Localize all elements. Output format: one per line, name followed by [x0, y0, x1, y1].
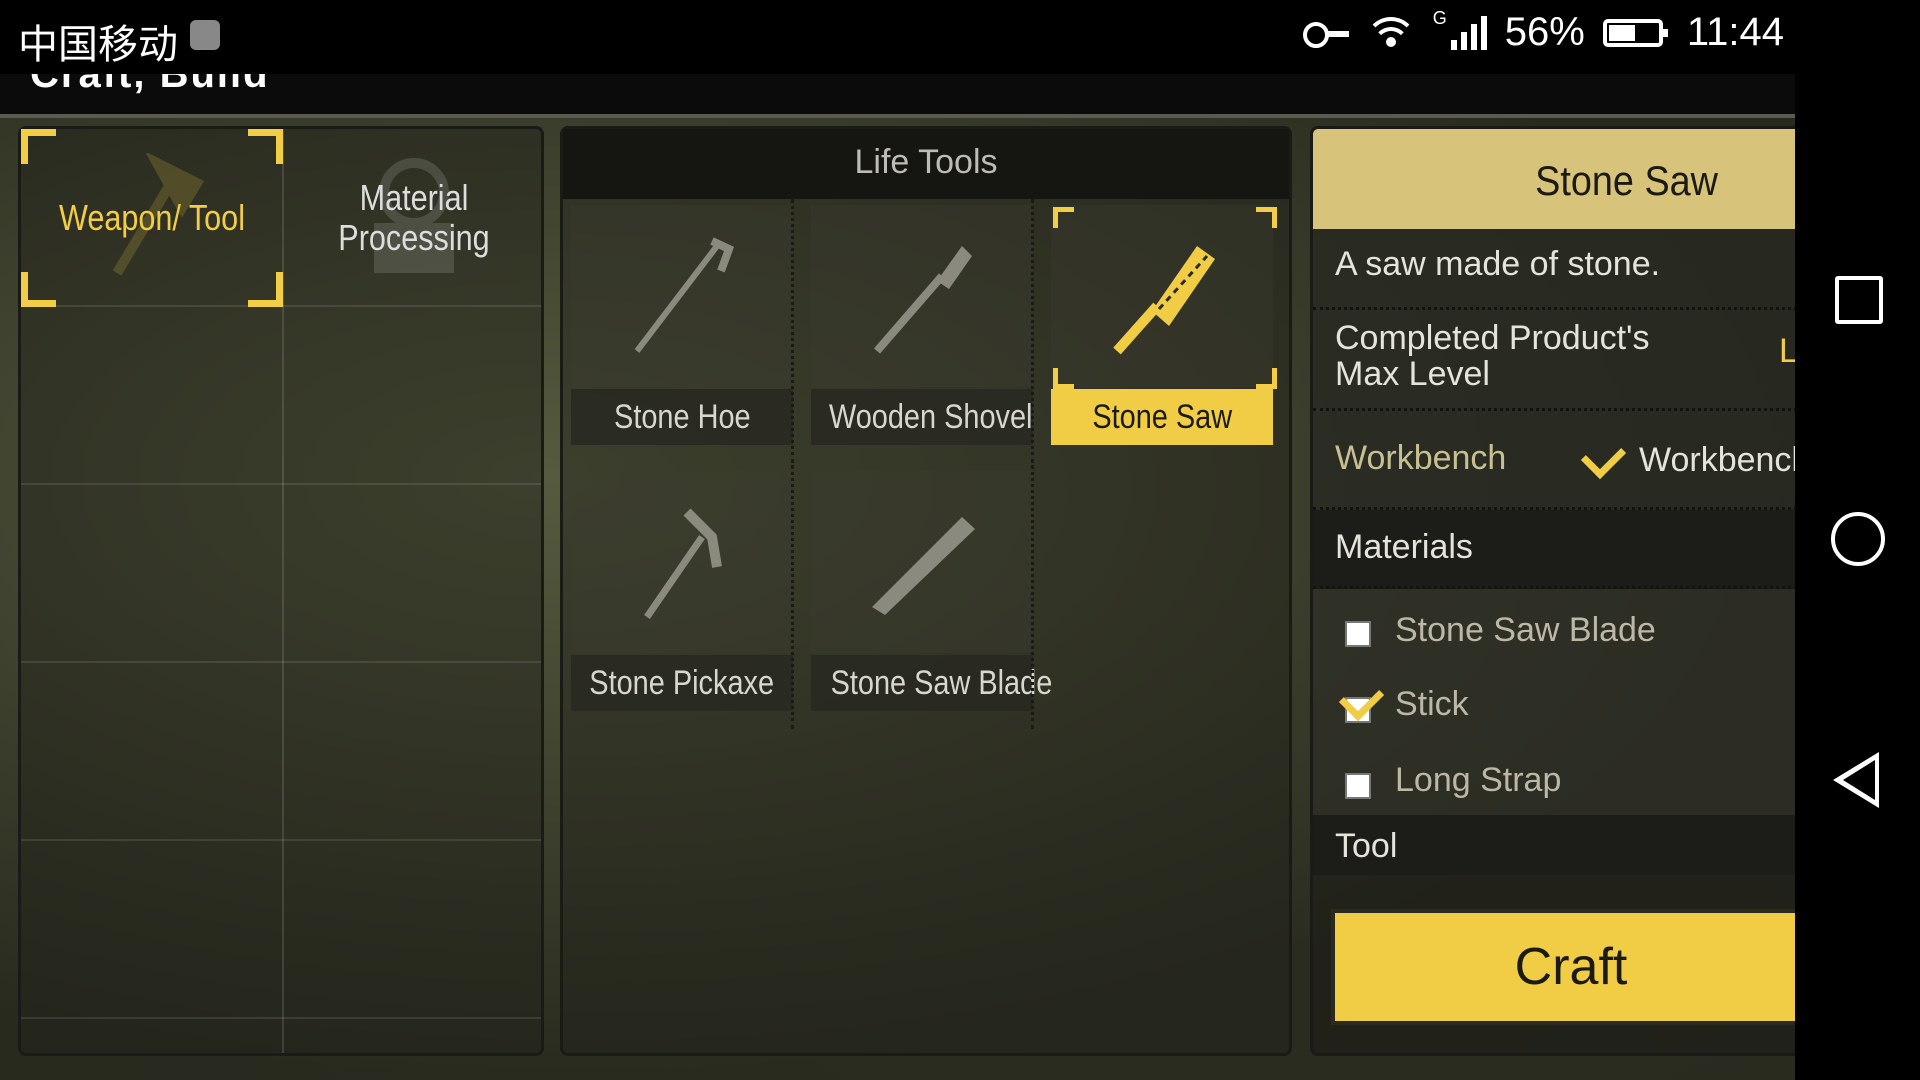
- check-icon: [1580, 433, 1627, 480]
- game-screen: Craft, Build Weapon/ Tool Material Proce…: [0, 74, 1795, 1080]
- category-panel: Weapon/ Tool Material Processing: [18, 126, 544, 1056]
- item-label: Stone Hoe: [613, 398, 751, 436]
- items-panel-title: Life Tools: [563, 129, 1289, 199]
- category-weapon-tool[interactable]: Weapon/ Tool: [21, 129, 283, 307]
- item-stone-hoe[interactable]: Stone Hoe: [563, 199, 794, 463]
- unchecked-box-icon: [1345, 773, 1371, 799]
- signal-icon: [1450, 15, 1487, 50]
- item-label: Stone Saw Blade: [830, 664, 1053, 702]
- item-description: A saw made of stone.: [1335, 245, 1661, 283]
- page-title: Craft, Build: [30, 74, 270, 96]
- tool-header: Tool: [1335, 827, 1398, 865]
- materials-header: Materials: [1335, 528, 1473, 566]
- category-label: Material Processing: [338, 177, 490, 258]
- category-label: Weapon/ Tool: [58, 197, 246, 238]
- home-button[interactable]: [1831, 512, 1885, 566]
- category-material-processing[interactable]: Material Processing: [283, 129, 545, 307]
- craft-button[interactable]: Craft: [1331, 909, 1795, 1025]
- shovel-icon: [873, 246, 972, 354]
- pickaxe-icon: [644, 508, 722, 619]
- item-stone-saw-blade[interactable]: Stone Saw Blade: [803, 465, 1052, 729]
- battery-percent: 56%: [1504, 10, 1585, 54]
- workbench-label: Workbench: [1335, 439, 1507, 477]
- back-button[interactable]: [1833, 752, 1879, 808]
- header-strip: Craft, Build: [0, 74, 1795, 118]
- max-level-label: Completed Product's Max Level: [1335, 319, 1650, 393]
- item-label: Wooden Shovel: [828, 398, 1033, 436]
- item-stone-pickaxe[interactable]: Stone Pickaxe: [563, 465, 794, 729]
- material-name: Stone Saw Blade: [1395, 611, 1656, 649]
- max-level-value: L: [1779, 332, 1795, 371]
- clock: 11:44: [1686, 10, 1784, 54]
- max-level-row: Completed Product's Max Level L: [1313, 310, 1795, 411]
- material-name: Stick: [1395, 685, 1469, 723]
- notification-icon: [190, 20, 220, 50]
- vpn-key-icon: [1302, 21, 1349, 48]
- item-wooden-shovel[interactable]: Wooden Shovel: [803, 199, 1034, 463]
- saw-blade-icon: [872, 517, 975, 615]
- item-label: Stone Saw: [1092, 398, 1232, 436]
- material-name: Long Strap: [1395, 761, 1562, 799]
- materials-list: Stone Saw Blade Stick Long Strap: [1313, 589, 1795, 815]
- hoe-icon: [634, 237, 735, 353]
- description-row: A saw made of stone.: [1313, 229, 1795, 310]
- materials-header-row: Materials: [1313, 510, 1795, 589]
- saw-icon: [1113, 246, 1215, 355]
- carrier-name: 中国移动: [18, 22, 178, 68]
- wifi-icon: [1366, 15, 1415, 51]
- item-stone-saw[interactable]: Stone Saw: [1043, 199, 1277, 463]
- item-label: Stone Pickaxe: [589, 664, 775, 702]
- status-bar: 中国移动 G 56% 11:44: [0, 0, 1920, 74]
- network-type: G: [1432, 8, 1447, 28]
- android-nav-bar: [1795, 74, 1920, 1080]
- recent-apps-button[interactable]: [1835, 276, 1883, 324]
- workbench-value: Workbench: [1639, 441, 1795, 479]
- item-name: Stone Saw: [1535, 157, 1718, 204]
- unchecked-box-icon: [1345, 621, 1371, 647]
- workbench-row: Workbench Workbench: [1313, 411, 1795, 510]
- items-panel: Life Tools Stone Hoe Wooden Shovel Stone…: [560, 126, 1292, 1056]
- tool-header-row: Tool: [1313, 815, 1795, 875]
- detail-panel: Stone Saw A saw made of stone. Completed…: [1310, 126, 1795, 1056]
- battery-icon: [1602, 18, 1668, 47]
